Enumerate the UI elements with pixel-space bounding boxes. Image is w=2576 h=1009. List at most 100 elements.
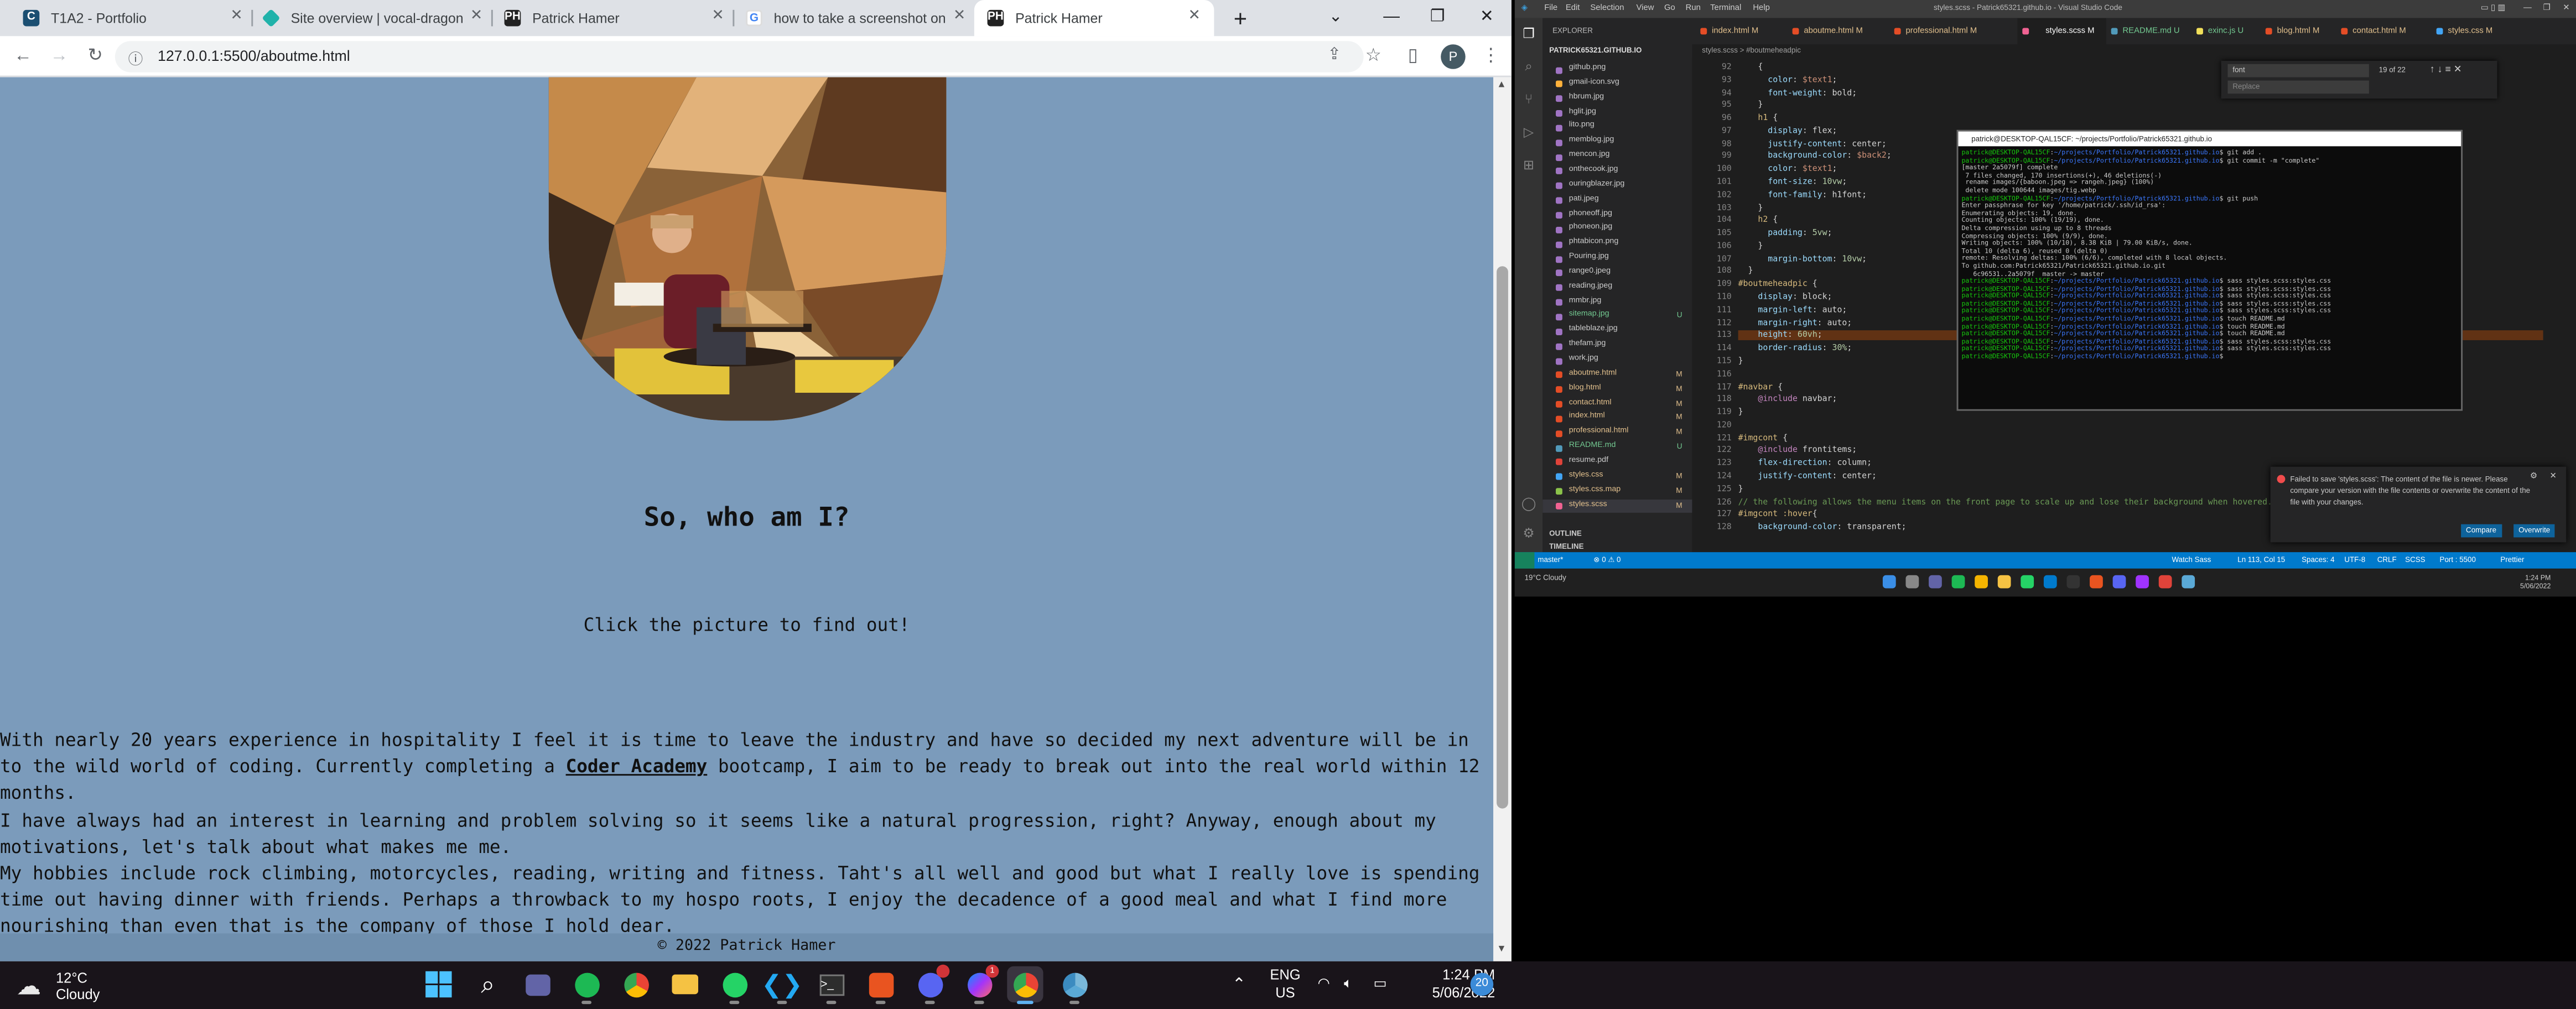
editor-tab[interactable]: README.md U [2106, 18, 2191, 45]
source-control-icon[interactable]: ⑂ [1520, 90, 1538, 108]
terminal-window[interactable]: patrick@DESKTOP-QAL15CF: ~/projects/Port… [1956, 129, 2463, 411]
spotify-icon[interactable] [568, 966, 604, 1005]
language-mode[interactable]: SCSS [2405, 555, 2425, 564]
file-item[interactable]: sitemap.jpg U [1543, 310, 1692, 324]
menu-run[interactable]: Run [1686, 3, 1701, 13]
outline-section[interactable]: OUTLINE [1549, 529, 1582, 538]
overwrite-button[interactable]: Overwrite [2513, 524, 2556, 538]
tab-patrick-hamer[interactable]: PH Patrick Hamer ✕ [504, 0, 728, 36]
file-item[interactable]: phtabicon.png [1543, 237, 1692, 251]
discord-icon[interactable] [912, 964, 950, 1005]
find-arrows-icon[interactable]: ↑ ↓ ≡ ✕ [2430, 64, 2462, 76]
menu-terminal[interactable]: Terminal [1710, 3, 1741, 13]
menu-help[interactable]: Help [1753, 3, 1770, 13]
file-item[interactable]: github.png [1543, 63, 1692, 77]
file-item[interactable]: resume.pdf [1543, 455, 1692, 470]
terminal-icon[interactable]: >_ [813, 966, 849, 1005]
share-icon[interactable]: ⇪ [1327, 46, 1341, 64]
editor-tab[interactable]: styles.css M [2432, 18, 2513, 45]
file-item[interactable]: index.html M [1543, 412, 1692, 426]
file-item[interactable]: thefam.jpg [1543, 339, 1692, 353]
settings-gear-icon[interactable]: ⚙ [1520, 524, 1538, 543]
file-item[interactable]: ouringblazer.jpg [1543, 179, 1692, 193]
mini-ubuntu-icon[interactable] [2090, 575, 2103, 589]
git-branch[interactable]: master* [1538, 555, 1563, 564]
minimize-icon[interactable]: — [1370, 0, 1412, 36]
close-icon[interactable]: ✕ [227, 7, 247, 25]
language-indicator[interactable]: ENG US [1270, 966, 1300, 1002]
chrome-profile-icon[interactable] [1007, 966, 1043, 1005]
close-icon[interactable]: ✕ [949, 7, 969, 25]
editor-tab[interactable]: aboutme.html M [1788, 18, 1889, 45]
file-item[interactable]: lito.png [1543, 121, 1692, 135]
project-folder[interactable]: PATRICK65321.GITHUB.IO [1549, 46, 1642, 54]
menu-go[interactable]: Go [1664, 3, 1675, 13]
minimize-icon[interactable]: — [2523, 3, 2532, 13]
editor-tab[interactable]: styles.scss M [2017, 18, 2106, 45]
tab-patrick-hamer-active[interactable]: PH Patrick Hamer ✕ [974, 0, 1214, 37]
chrome-icon[interactable] [617, 966, 653, 1002]
mini-start-icon[interactable] [1882, 575, 1896, 589]
profile-avatar[interactable]: P [1441, 44, 1466, 69]
replace-input[interactable]: Replace [2227, 80, 2369, 94]
close-icon[interactable]: ✕ [1185, 7, 1204, 25]
bookmark-star-icon[interactable]: ☆ [1365, 44, 1382, 67]
scroll-up-icon[interactable]: ▲ [1497, 81, 1507, 91]
mini-chrome-profile-icon[interactable] [2158, 575, 2172, 589]
menu-kebab-icon[interactable]: ⋮ [1482, 44, 1500, 67]
teams-icon[interactable] [519, 966, 555, 1002]
close-window-icon[interactable]: ✕ [2563, 3, 2569, 13]
close-icon[interactable]: ✕ [466, 7, 486, 25]
file-item[interactable]: phoneoff.jpg [1543, 208, 1692, 222]
editor-tab[interactable]: blog.html M [2261, 18, 2336, 45]
editor-tab[interactable]: index.html M [1695, 18, 1787, 45]
side-panel-icon[interactable]: ▯ [1408, 44, 1418, 67]
editor-tab[interactable]: exinc.js U [2191, 18, 2261, 45]
mini-vscode-icon[interactable] [2043, 575, 2057, 589]
indent-spaces[interactable]: Spaces: 4 [2302, 555, 2334, 564]
mini-whatsapp-icon[interactable] [2021, 575, 2034, 589]
explorer-icon[interactable]: ❐ [1520, 25, 1538, 43]
file-item[interactable]: styles.scss M [1543, 498, 1692, 513]
file-item[interactable]: tableblaze.jpg [1543, 324, 1692, 339]
layout-icons[interactable]: ▭ ▯ ▥ [2481, 3, 2505, 13]
tab-t1a2[interactable]: C T1A2 - Portfolio ✕ [23, 0, 247, 36]
notification-close-icon[interactable]: ✕ [2549, 472, 2556, 482]
scrollbar-thumb[interactable] [1497, 266, 1508, 809]
coder-academy-link[interactable]: Coder Academy [566, 756, 708, 778]
file-item[interactable]: styles.css.map M [1543, 484, 1692, 498]
tray-overflow-icon[interactable]: ⌃ [1232, 976, 1246, 995]
cursor-position[interactable]: Ln 113, Col 15 [2237, 555, 2285, 564]
info-icon[interactable]: ⓘ [128, 48, 143, 69]
new-tab-button[interactable]: + [1219, 0, 1261, 36]
file-item[interactable]: hbrum.jpg [1543, 91, 1692, 106]
live-server-port[interactable]: Port : 5500 [2440, 555, 2476, 564]
mini-chrome-icon[interactable] [1975, 575, 1988, 589]
close-icon[interactable]: ✕ [708, 7, 728, 25]
restore-icon[interactable]: ❐ [2543, 3, 2551, 13]
forward-icon[interactable]: → [48, 44, 71, 67]
menu-selection[interactable]: Selection [1590, 3, 1624, 13]
file-item[interactable]: work.jpg [1543, 353, 1692, 368]
mini-discord-icon[interactable] [2112, 575, 2126, 589]
file-item[interactable]: contact.html M [1543, 397, 1692, 412]
watch-sass[interactable]: Watch Sass [2172, 555, 2211, 564]
menu-view[interactable]: View [1637, 3, 1654, 13]
file-item[interactable]: mencon.jpg [1543, 150, 1692, 164]
whatsapp-icon[interactable] [716, 966, 752, 1005]
menu-edit[interactable]: Edit [1566, 3, 1580, 13]
chrome-alt-icon[interactable] [1056, 966, 1092, 1005]
mini-spotify-icon[interactable] [1951, 575, 1965, 589]
editor-tab[interactable]: contact.html M [2336, 18, 2431, 45]
prettier-status[interactable]: Prettier [2500, 555, 2524, 564]
notification-count[interactable]: 20 [1470, 972, 1494, 996]
file-item[interactable]: mmbr.jpg [1543, 295, 1692, 310]
file-item[interactable]: blog.html M [1543, 382, 1692, 397]
restore-icon[interactable]: ❐ [1416, 0, 1459, 36]
mini-chrome-alt-icon[interactable] [2182, 575, 2195, 589]
file-item[interactable]: phoneon.jpg [1543, 222, 1692, 237]
run-debug-icon[interactable]: ▷ [1520, 123, 1538, 142]
remote-indicator[interactable] [1514, 552, 1535, 569]
wifi-icon[interactable]: ◠ [1317, 975, 1329, 993]
page-scrollbar[interactable]: ▲ ▼ [1493, 77, 1512, 961]
